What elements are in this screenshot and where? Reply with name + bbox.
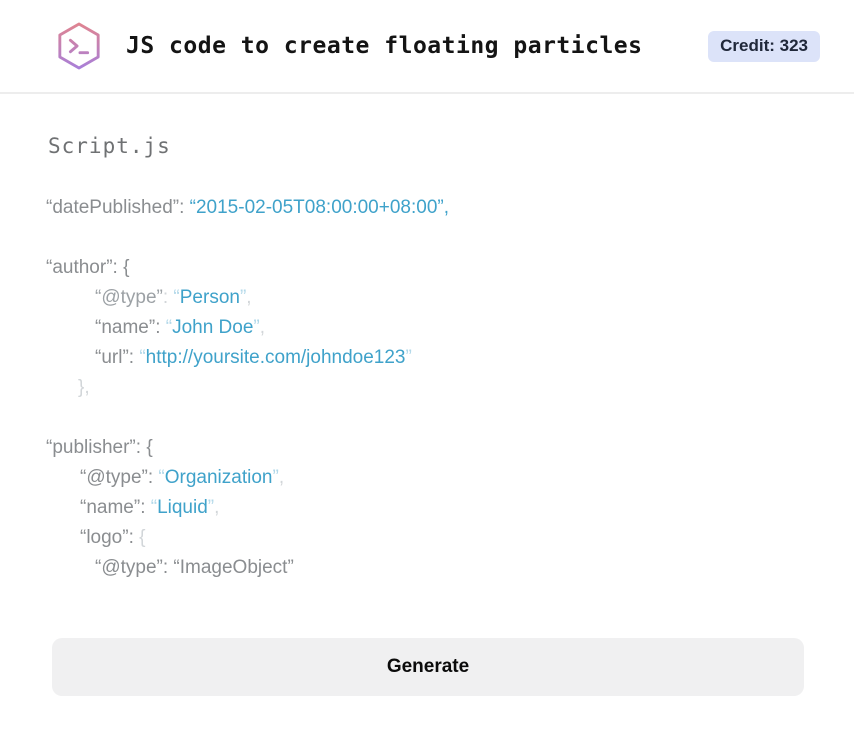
code-token: :	[155, 317, 166, 338]
code-line: “name”: “John Doe”,	[46, 313, 814, 343]
code-panel: Script.js “datePublished”: “2015-02-05T0…	[0, 94, 854, 583]
credit-badge: Credit: 323	[708, 30, 820, 62]
code-line: “logo”: {	[46, 523, 814, 553]
page-title: JS code to create floating particles	[126, 33, 643, 59]
code-token: {	[139, 527, 146, 548]
code-token: :	[128, 347, 140, 368]
code-token: Liquid	[157, 497, 208, 518]
code-line: “@type”: “ImageObject”	[46, 553, 814, 583]
code-token: },	[78, 377, 90, 398]
code-token: “logo”	[80, 527, 129, 548]
code-token: ,	[259, 317, 266, 338]
code-token: :	[162, 287, 174, 308]
code-line: “name”: “Liquid”,	[46, 493, 814, 523]
terminal-prompt-icon	[58, 22, 100, 70]
code-token: :	[179, 197, 190, 218]
code-token: “@type”	[95, 287, 163, 308]
code-token: :	[147, 467, 159, 488]
code-token: “@type”	[80, 467, 148, 488]
code-token: ,	[214, 497, 220, 518]
code-line: “datePublished”: “2015-02-05T08:00:00+08…	[46, 193, 814, 223]
code-token: “name”	[80, 497, 141, 518]
app-header: JS code to create floating particles Cre…	[0, 0, 854, 94]
code-block: “datePublished”: “2015-02-05T08:00:00+08…	[46, 193, 814, 583]
code-line: },	[46, 373, 814, 403]
code-line: “publisher”: {	[46, 433, 814, 463]
code-token: ”	[405, 347, 412, 368]
code-token: ,	[278, 467, 285, 488]
code-token: Person	[179, 287, 240, 308]
code-line: “author”: {	[46, 253, 814, 283]
code-line: “@type”: “Organization”,	[46, 463, 814, 493]
code-token: “2015-02-05T08:00:00+08:00”,	[189, 197, 449, 218]
code-token: “datePublished”	[46, 197, 180, 218]
file-name: Script.js	[48, 134, 171, 158]
code-token: “author”: {	[46, 257, 130, 278]
code-token: “@type”: “ImageObject”	[95, 557, 294, 578]
generate-button[interactable]: Generate	[52, 638, 804, 696]
code-token: ,	[246, 287, 252, 308]
code-line: “@type”: “Person”,	[46, 283, 814, 313]
code-token: Organization	[164, 467, 273, 488]
code-token: John Doe	[172, 317, 254, 338]
code-token: http://yoursite.com/johndoe123	[145, 347, 406, 368]
code-token: :	[140, 497, 151, 518]
code-token: “url”	[95, 347, 129, 368]
code-token: “name”	[95, 317, 156, 338]
code-line: “url”: “http://yoursite.com/johndoe123”	[46, 343, 814, 373]
code-token: “publisher”: {	[46, 437, 153, 458]
code-token: :	[128, 527, 140, 548]
